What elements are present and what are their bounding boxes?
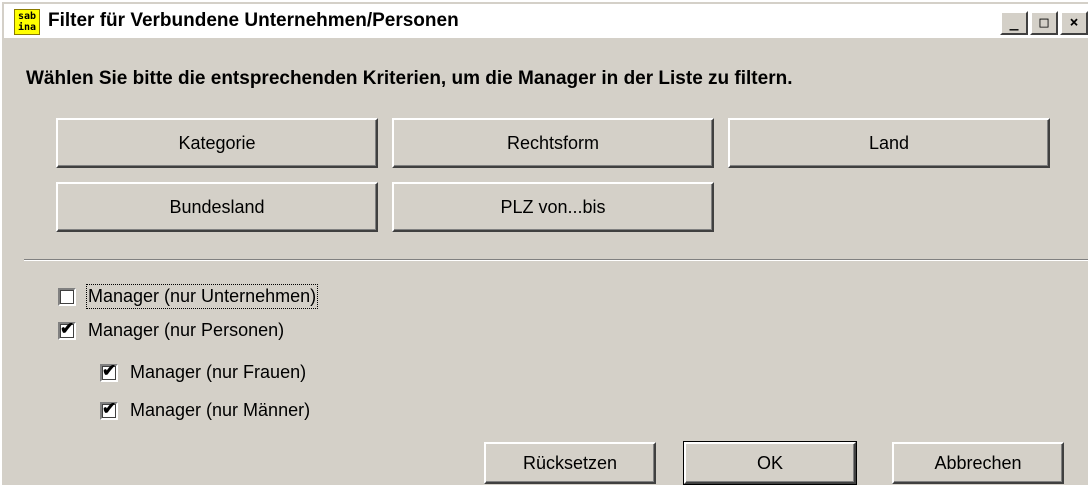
- title-bar[interactable]: sab ina Filter für Verbundene Unternehmen…: [4, 4, 1088, 38]
- bundesland-button[interactable]: Bundesland: [56, 182, 378, 232]
- maximize-button[interactable]: □: [1030, 11, 1058, 35]
- close-button[interactable]: ×: [1060, 11, 1088, 35]
- checkbox-box[interactable]: [58, 287, 76, 306]
- checkbox-manager-frauen[interactable]: ✔ Manager (nur Frauen): [100, 360, 307, 383]
- checkbox-label: Manager (nur Unternehmen): [85, 284, 319, 309]
- ok-button[interactable]: OK: [683, 441, 857, 485]
- app-icon[interactable]: sab ina: [14, 9, 40, 35]
- checkbox-box[interactable]: ✔: [100, 360, 118, 382]
- rechtsform-button[interactable]: Rechtsform: [392, 118, 714, 168]
- checkmark-icon: ✔: [102, 360, 117, 380]
- kategorie-button[interactable]: Kategorie: [56, 118, 378, 168]
- checkbox-box[interactable]: ✔: [58, 318, 76, 340]
- checkbox-label: Manager (nur Männer): [130, 400, 311, 420]
- checkbox-manager-personen[interactable]: ✔ Manager (nur Personen): [58, 318, 285, 341]
- minimize-button[interactable]: _: [1000, 11, 1028, 35]
- plz-range-button[interactable]: PLZ von...bis: [392, 182, 714, 232]
- separator-line: [24, 259, 1088, 261]
- instruction-text: Wählen Sie bitte die entsprechenden Krit…: [26, 68, 793, 89]
- checkbox-label: Manager (nur Frauen): [130, 362, 307, 382]
- checkbox-box[interactable]: ✔: [100, 398, 118, 420]
- dialog-window: sab ina Filter für Verbundene Unternehmen…: [0, 0, 1088, 485]
- checkbox-manager-maenner[interactable]: ✔ Manager (nur Männer): [100, 398, 311, 421]
- checkmark-icon: ✔: [102, 398, 117, 418]
- window-title: Filter für Verbundene Unternehmen/Person…: [48, 10, 459, 31]
- checkmark-icon: ✔: [60, 318, 75, 338]
- cancel-button[interactable]: Abbrechen: [892, 442, 1064, 484]
- land-button[interactable]: Land: [728, 118, 1050, 168]
- reset-button[interactable]: Rücksetzen: [484, 442, 656, 484]
- checkbox-label: Manager (nur Personen): [88, 320, 285, 340]
- checkbox-manager-unternehmen[interactable]: Manager (nur Unternehmen): [58, 284, 319, 309]
